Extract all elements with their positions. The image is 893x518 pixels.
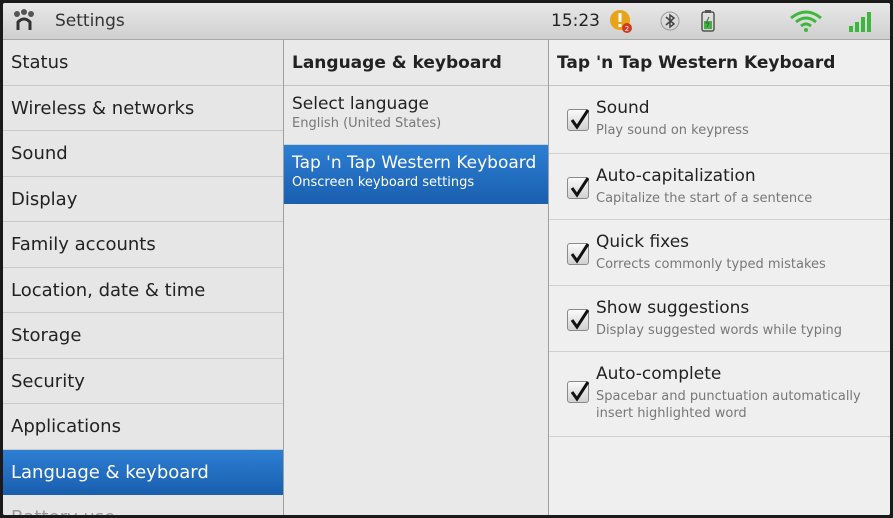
sidebar-item-label: Status	[11, 52, 69, 73]
option-auto-complete[interactable]: Auto-complete Spacebar and punctuation a…	[549, 352, 890, 437]
settings-window: Settings 15:23 2 Status Wireless & netwo…	[3, 3, 890, 515]
sidebar-item-label: Location, date & time	[11, 279, 206, 301]
settings-sidebar: Status Wireless & networks Sound Display…	[3, 40, 284, 515]
sidebar-item-display[interactable]: Display	[3, 177, 283, 222]
checkmark-icon	[570, 177, 590, 198]
sidebar-item-label: Family accounts	[11, 234, 156, 255]
checkmark-icon	[570, 381, 590, 402]
warning-icon[interactable]: 2	[609, 8, 633, 34]
show-suggestions-checkbox[interactable]	[567, 309, 590, 331]
sidebar-item-label: Language & keyboard	[11, 461, 209, 483]
sidebar-item-sound[interactable]: Sound	[3, 131, 283, 177]
item-title: Select language	[292, 94, 429, 114]
option-subtitle: Display suggested words while typing	[596, 323, 843, 338]
auto-complete-checkbox[interactable]	[567, 381, 590, 403]
panel-title: Language & keyboard	[284, 40, 548, 86]
sidebar-item-label: Sound	[11, 143, 68, 164]
quick-fixes-checkbox[interactable]	[567, 243, 590, 265]
option-show-suggestions[interactable]: Show suggestions Display suggested words…	[549, 286, 890, 352]
sidebar-item-applications[interactable]: Applications	[3, 404, 283, 450]
sidebar-item-language-keyboard[interactable]: Language & keyboard	[3, 449, 283, 495]
keyboard-options-panel: Tap 'n Tap Western Keyboard Sound Play s…	[549, 40, 890, 515]
option-title: Sound	[596, 98, 650, 118]
sidebar-item-storage[interactable]: Storage	[3, 313, 283, 359]
option-title: Auto-complete	[596, 364, 722, 384]
panel-title: Tap 'n Tap Western Keyboard	[549, 40, 890, 86]
app-title: Settings	[55, 11, 125, 31]
sidebar-item-battery-use[interactable]: Battery use	[3, 495, 283, 515]
keyboard-settings-item[interactable]: Tap 'n Tap Western Keyboard Onscreen key…	[284, 145, 548, 204]
sidebar-item-security[interactable]: Security	[3, 359, 283, 404]
app-icon	[14, 9, 34, 30]
option-subtitle: Spacebar and punctuation automatically i…	[596, 389, 861, 421]
status-bar: Settings 15:23 2	[3, 3, 890, 40]
sidebar-item-label: Wireless & networks	[11, 97, 195, 119]
item-title: Tap 'n Tap Western Keyboard	[292, 153, 537, 173]
wifi-icon	[790, 10, 822, 32]
item-subtitle: Onscreen keyboard settings	[292, 175, 475, 190]
sound-checkbox[interactable]	[567, 109, 590, 131]
language-keyboard-panel: Language & keyboard Select language Engl…	[284, 40, 549, 515]
option-title: Show suggestions	[596, 298, 750, 318]
option-sound[interactable]: Sound Play sound on keypress	[549, 86, 890, 154]
item-subtitle: English (United States)	[292, 116, 442, 131]
signal-icon	[849, 12, 871, 32]
sidebar-item-family-accounts[interactable]: Family accounts	[3, 222, 283, 268]
checkmark-icon	[570, 309, 590, 330]
sidebar-item-location-date-time[interactable]: Location, date & time	[3, 268, 283, 313]
option-subtitle: Capitalize the start of a sentence	[596, 191, 813, 206]
clock: 15:23	[551, 11, 600, 31]
option-auto-capitalization[interactable]: Auto-capitalization Capitalize the start…	[549, 154, 890, 220]
sidebar-item-label: Display	[11, 188, 78, 210]
option-quick-fixes[interactable]: Quick fixes Corrects commonly typed mist…	[549, 220, 890, 286]
bluetooth-icon	[660, 11, 680, 31]
option-subtitle: Corrects commonly typed mistakes	[596, 257, 826, 272]
checkmark-icon	[570, 109, 590, 130]
sidebar-item-label: Battery use	[11, 507, 115, 515]
battery-icon	[701, 10, 715, 32]
option-title: Quick fixes	[596, 232, 690, 252]
sidebar-item-label: Applications	[11, 416, 121, 437]
checkmark-icon	[570, 243, 590, 264]
option-title: Auto-capitalization	[596, 166, 756, 186]
sidebar-item-wireless-networks[interactable]: Wireless & networks	[3, 86, 283, 131]
auto-capitalization-checkbox[interactable]	[567, 177, 590, 199]
option-subtitle: Play sound on keypress	[596, 123, 749, 138]
svg-text:2: 2	[625, 25, 629, 33]
sidebar-item-label: Storage	[11, 325, 82, 346]
select-language-item[interactable]: Select language English (United States)	[284, 86, 548, 145]
sidebar-item-label: Security	[11, 370, 85, 392]
sidebar-item-status[interactable]: Status	[3, 40, 283, 86]
